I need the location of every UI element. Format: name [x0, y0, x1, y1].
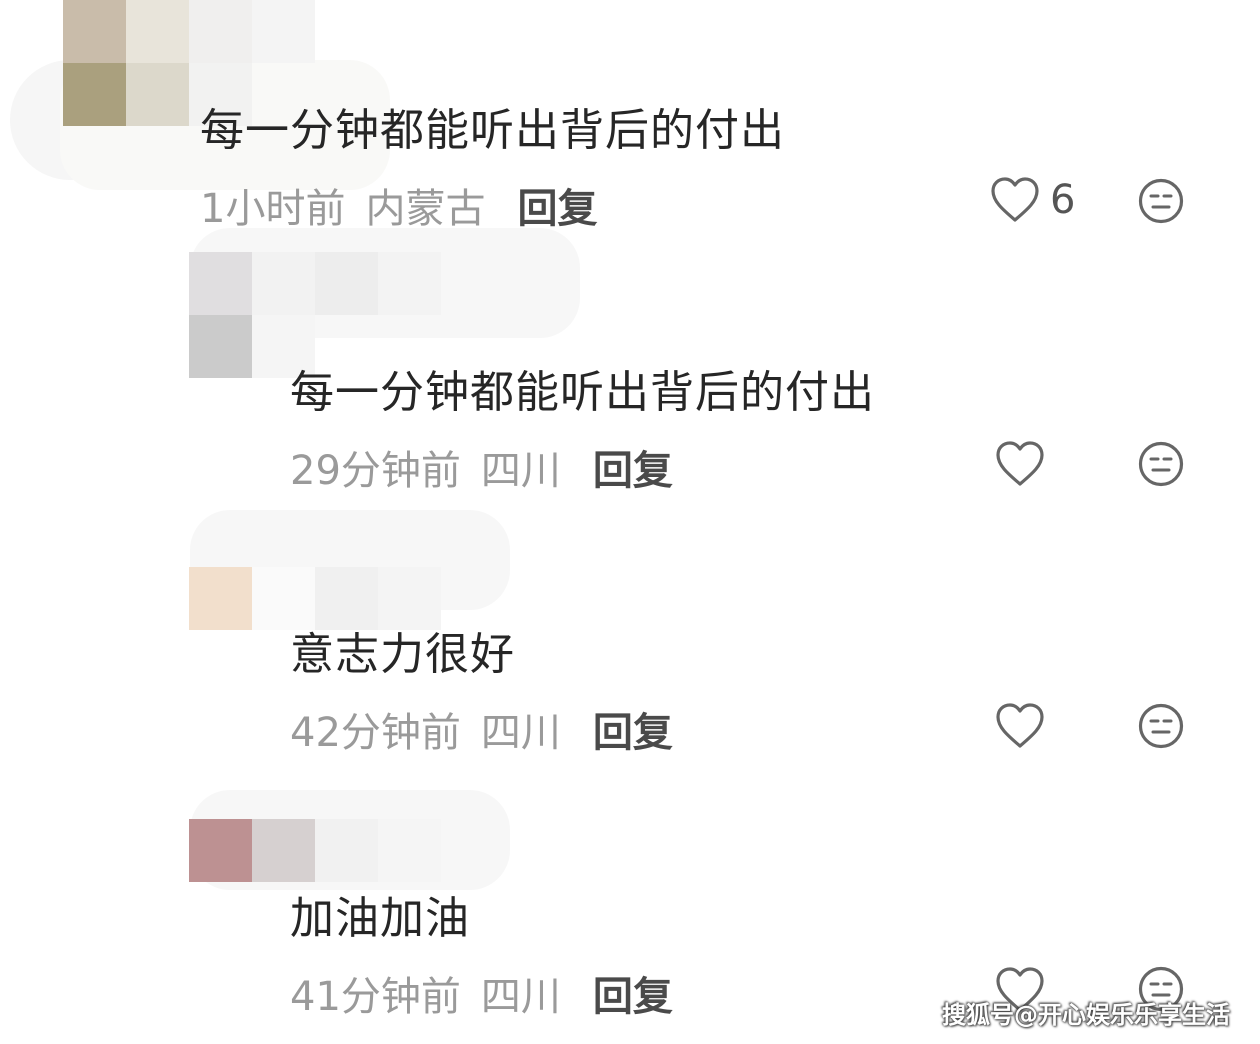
comment-text: 加油加油	[290, 893, 470, 944]
comment-meta: 41分钟前 四川 回复	[290, 964, 673, 1022]
reaction-button[interactable]	[1138, 703, 1184, 749]
comment-location: 四川	[480, 448, 561, 494]
reply-button[interactable]: 回复	[517, 176, 597, 234]
reaction-button[interactable]	[1138, 178, 1184, 224]
reaction-button[interactable]	[1138, 441, 1184, 487]
reply-button[interactable]: 回复	[593, 438, 673, 496]
comment-meta: 42分钟前 四川 回复	[290, 700, 673, 758]
heart-outline-icon	[995, 702, 1045, 750]
neutral-face-icon	[1138, 441, 1184, 487]
avatar[interactable]	[189, 819, 441, 882]
like-button[interactable]	[995, 702, 1045, 750]
comment-meta: 1小时前 内蒙古 回复	[200, 176, 597, 234]
heart-outline-icon	[995, 440, 1045, 488]
comment-text: 每一分钟都能听出背后的付出	[290, 367, 875, 418]
reply-button[interactable]: 回复	[593, 700, 673, 758]
neutral-face-icon	[1138, 178, 1184, 224]
comment-location: 四川	[480, 974, 561, 1020]
comment-location: 四川	[480, 710, 561, 756]
like-count: 6	[1050, 177, 1076, 223]
like-button[interactable]: 6	[990, 176, 1075, 224]
comment-time: 1小时前	[200, 186, 346, 232]
neutral-face-icon	[1138, 703, 1184, 749]
comment-thread: 每一分钟都能听出背后的付出 1小时前 内蒙古 回复 6 每一分钟都能听出背后的付…	[0, 0, 1260, 1044]
comment-meta: 29分钟前 四川 回复	[290, 438, 673, 496]
watermark: 搜狐号@开心娱乐乐享生活	[942, 1001, 1230, 1029]
comment-text: 每一分钟都能听出背后的付出	[200, 105, 785, 156]
comment-location: 内蒙古	[365, 186, 486, 232]
comment-time: 41分钟前	[290, 974, 461, 1020]
comment-time: 42分钟前	[290, 710, 461, 756]
comment-text: 意志力很好	[290, 629, 515, 680]
reply-button[interactable]: 回复	[593, 964, 673, 1022]
like-button[interactable]	[995, 440, 1045, 488]
comment-time: 29分钟前	[290, 448, 461, 494]
heart-outline-icon	[990, 176, 1040, 224]
